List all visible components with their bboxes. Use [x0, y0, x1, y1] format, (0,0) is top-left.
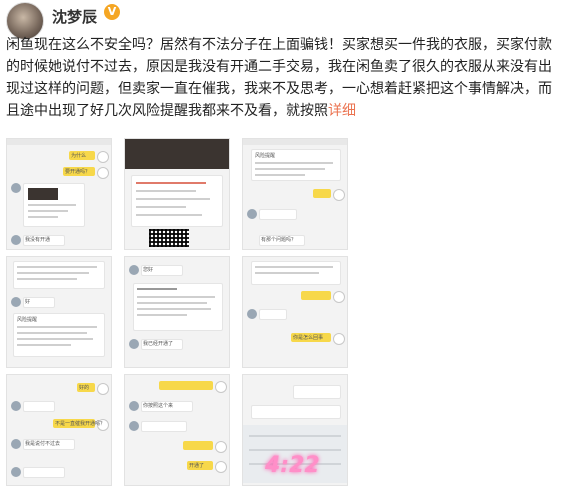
chat-bubble — [141, 421, 187, 432]
message-card — [23, 183, 85, 227]
avatar-icon — [97, 383, 109, 395]
avatar-icon — [11, 467, 21, 477]
post-body: 闲鱼现在这么不安全吗？居然有不法分子在上面骗钱！买家想买一件我的衣服，买家付款的… — [6, 37, 552, 119]
chat-bubble — [183, 441, 213, 450]
avatar-icon — [129, 421, 139, 431]
avatar-icon — [11, 183, 21, 193]
chat-text: 我已经开通了 — [143, 341, 174, 347]
chat-text: 我是说付不过去 — [25, 441, 61, 447]
chat-bubble — [23, 401, 55, 412]
avatar-icon — [11, 297, 21, 307]
avatar-icon — [333, 333, 345, 345]
chat-bubble — [23, 467, 65, 478]
image-thumbnail-3[interactable]: 风险提醒 有那个问题吗？ — [242, 138, 348, 250]
chat-text: 好的 — [79, 385, 90, 391]
message-card — [13, 261, 105, 289]
chat-bubble — [301, 291, 331, 300]
qr-code-icon — [149, 229, 189, 247]
message-card — [131, 175, 223, 227]
username[interactable]: 沈梦辰 — [52, 6, 97, 27]
avatar-icon — [247, 309, 257, 319]
status-bar — [7, 139, 111, 145]
avatar-icon — [129, 265, 139, 275]
chat-bubble — [313, 189, 331, 198]
avatar-icon — [11, 439, 21, 449]
header-banner — [125, 139, 229, 169]
chat-text: 你是怎么回事 — [293, 335, 324, 341]
chat-text: 开通了 — [189, 463, 205, 469]
verified-badge-icon: V — [104, 4, 120, 20]
image-thumbnail-2[interactable] — [124, 138, 230, 250]
chat-text: 好 — [25, 299, 31, 305]
avatar-icon — [215, 461, 227, 473]
avatar-icon — [11, 235, 21, 245]
chat-bubble — [159, 381, 213, 390]
message-card — [251, 261, 341, 285]
image-thumbnail-7[interactable]: 好的 不是一直催我开通吗？ 我是说付不过去 — [6, 374, 112, 486]
post-text: 闲鱼现在这么不安全吗？居然有不法分子在上面骗钱！买家想买一件我的衣服，买家付款的… — [6, 34, 562, 122]
message-card — [293, 385, 341, 399]
avatar-icon — [129, 401, 139, 411]
image-thumbnail-5[interactable]: 您好 我已经开通了 — [124, 256, 230, 368]
image-thumbnail-6[interactable]: 你是怎么回事 — [242, 256, 348, 368]
chat-text: 不是一直催我开通吗？ — [55, 421, 106, 427]
message-card: 风险提醒 — [251, 149, 341, 181]
chat-text: 我没有开通 — [25, 237, 51, 243]
avatar-icon — [97, 167, 109, 179]
image-thumbnail-9[interactable]: 4:22 — [242, 374, 348, 486]
chat-text: 你按照这个来 — [143, 403, 174, 409]
message-card: 风险提醒 — [13, 313, 105, 357]
avatar-icon — [333, 291, 345, 303]
image-thumbnail-1[interactable]: 为什么 要开通吗？ 我没有开通 — [6, 138, 112, 250]
overlay-text: 4:22 — [265, 453, 320, 478]
image-thumbnail-8[interactable]: 你按照这个来 开通了 — [124, 374, 230, 486]
avatar-icon — [333, 189, 345, 201]
chat-text: 有那个问题吗？ — [261, 237, 297, 243]
chat-text: 为什么 — [71, 153, 87, 159]
more-link[interactable]: 详细 — [328, 103, 356, 119]
avatar-icon — [215, 441, 227, 453]
avatar-icon — [215, 381, 227, 393]
avatar-icon — [11, 401, 21, 411]
image-grid: 为什么 要开通吗？ 我没有开通 风险提醒 有那个问题吗？ 好 风险提醒 您好 我… — [6, 138, 356, 486]
avatar-icon — [129, 339, 139, 349]
status-bar — [243, 139, 347, 145]
avatar-icon — [97, 151, 109, 163]
message-card — [133, 283, 223, 331]
chat-bubble — [259, 209, 297, 220]
chat-text: 要开通吗？ — [65, 169, 91, 175]
image-thumbnail-4[interactable]: 好 风险提醒 — [6, 256, 112, 368]
chat-text: 您好 — [143, 267, 154, 273]
avatar-icon — [247, 209, 257, 219]
message-card — [251, 405, 341, 419]
chat-bubble — [259, 309, 287, 320]
